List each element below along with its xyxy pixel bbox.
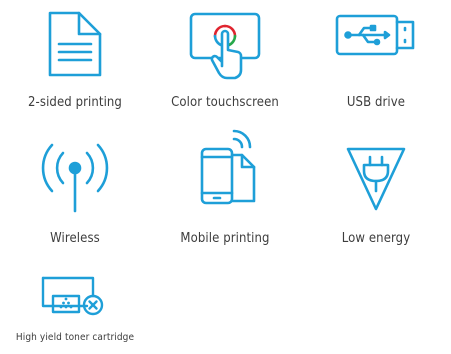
feature-label: 2-sided printing: [28, 95, 122, 110]
wireless-icon: [30, 137, 120, 215]
feature-2-sided-printing: 2-sided printing: [0, 0, 150, 120]
feature-label: Color touchscreen: [171, 95, 279, 110]
touchscreen-icon: [185, 10, 265, 82]
feature-label: Wireless: [50, 231, 100, 246]
toner-cartridge-icon: [37, 272, 113, 320]
usb-drive-icon: [333, 12, 419, 62]
features-grid: { "features": [ { "label": "2-sided prin…: [0, 0, 451, 354]
feature-low-energy: Low energy: [301, 125, 451, 250]
feature-high-yield-toner-cartridge: High yield toner cartridge: [0, 270, 150, 354]
feature-label: Low energy: [341, 231, 411, 246]
feature-label: High yield toner cartridge: [15, 332, 135, 343]
feature-label: USB drive: [346, 95, 406, 110]
feature-color-touchscreen: Color touchscreen: [150, 0, 300, 120]
mobile-printing-icon: [190, 127, 260, 207]
feature-wireless: Wireless: [0, 125, 150, 250]
low-energy-icon: [344, 143, 408, 213]
document-icon: [45, 8, 105, 80]
feature-mobile-printing: Mobile printing: [150, 125, 300, 250]
feature-usb-drive: USB drive: [301, 0, 451, 120]
feature-label: Mobile printing: [180, 231, 270, 246]
